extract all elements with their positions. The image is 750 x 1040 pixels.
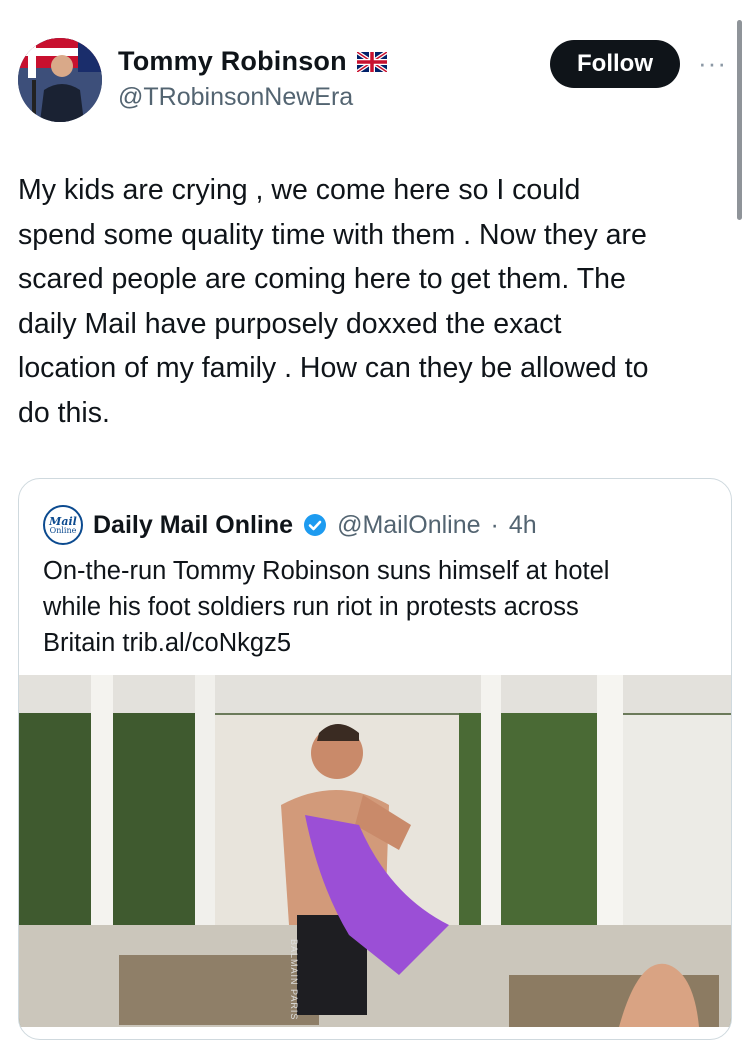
follow-button[interactable]: Follow: [550, 40, 680, 88]
quoted-tweet-photo[interactable]: [19, 675, 731, 1027]
scrollbar[interactable]: [737, 20, 742, 220]
logo-line-1: Mail: [49, 514, 77, 528]
tweet-header: Tommy Robinson @TRobinsonNewEra Follow ·…: [18, 38, 728, 128]
more-options-icon[interactable]: ···: [698, 48, 727, 79]
avatar-photo: [18, 38, 102, 122]
quoted-tweet-header: Mail Online Daily Mail Online @MailOnlin…: [43, 505, 537, 545]
author-handle[interactable]: @TRobinsonNewEra: [118, 83, 387, 112]
separator-dot: ·: [490, 510, 499, 539]
author-name-row[interactable]: Tommy Robinson: [118, 46, 387, 77]
tweet-text: My kids are crying , we come here so I c…: [18, 174, 649, 429]
quoted-display-name[interactable]: Daily Mail Online: [93, 511, 293, 540]
quoted-tweet-card[interactable]: Mail Online Daily Mail Online @MailOnlin…: [18, 478, 732, 1040]
logo-line-2: Online: [49, 525, 77, 535]
author-display-name[interactable]: Tommy Robinson: [118, 46, 347, 77]
quoted-tweet-text: On-the-run Tommy Robinson suns himself a…: [43, 557, 610, 657]
author-avatar[interactable]: [18, 38, 102, 122]
quoted-handle[interactable]: @MailOnline: [337, 511, 480, 540]
quoted-timestamp[interactable]: 4h: [509, 511, 537, 540]
mail-online-logo: Mail Online: [43, 505, 83, 545]
verified-badge-icon: [304, 514, 327, 536]
uk-flag-icon: [356, 51, 387, 72]
shorts-brand-text: BALMAIN PARIS: [289, 939, 299, 1021]
